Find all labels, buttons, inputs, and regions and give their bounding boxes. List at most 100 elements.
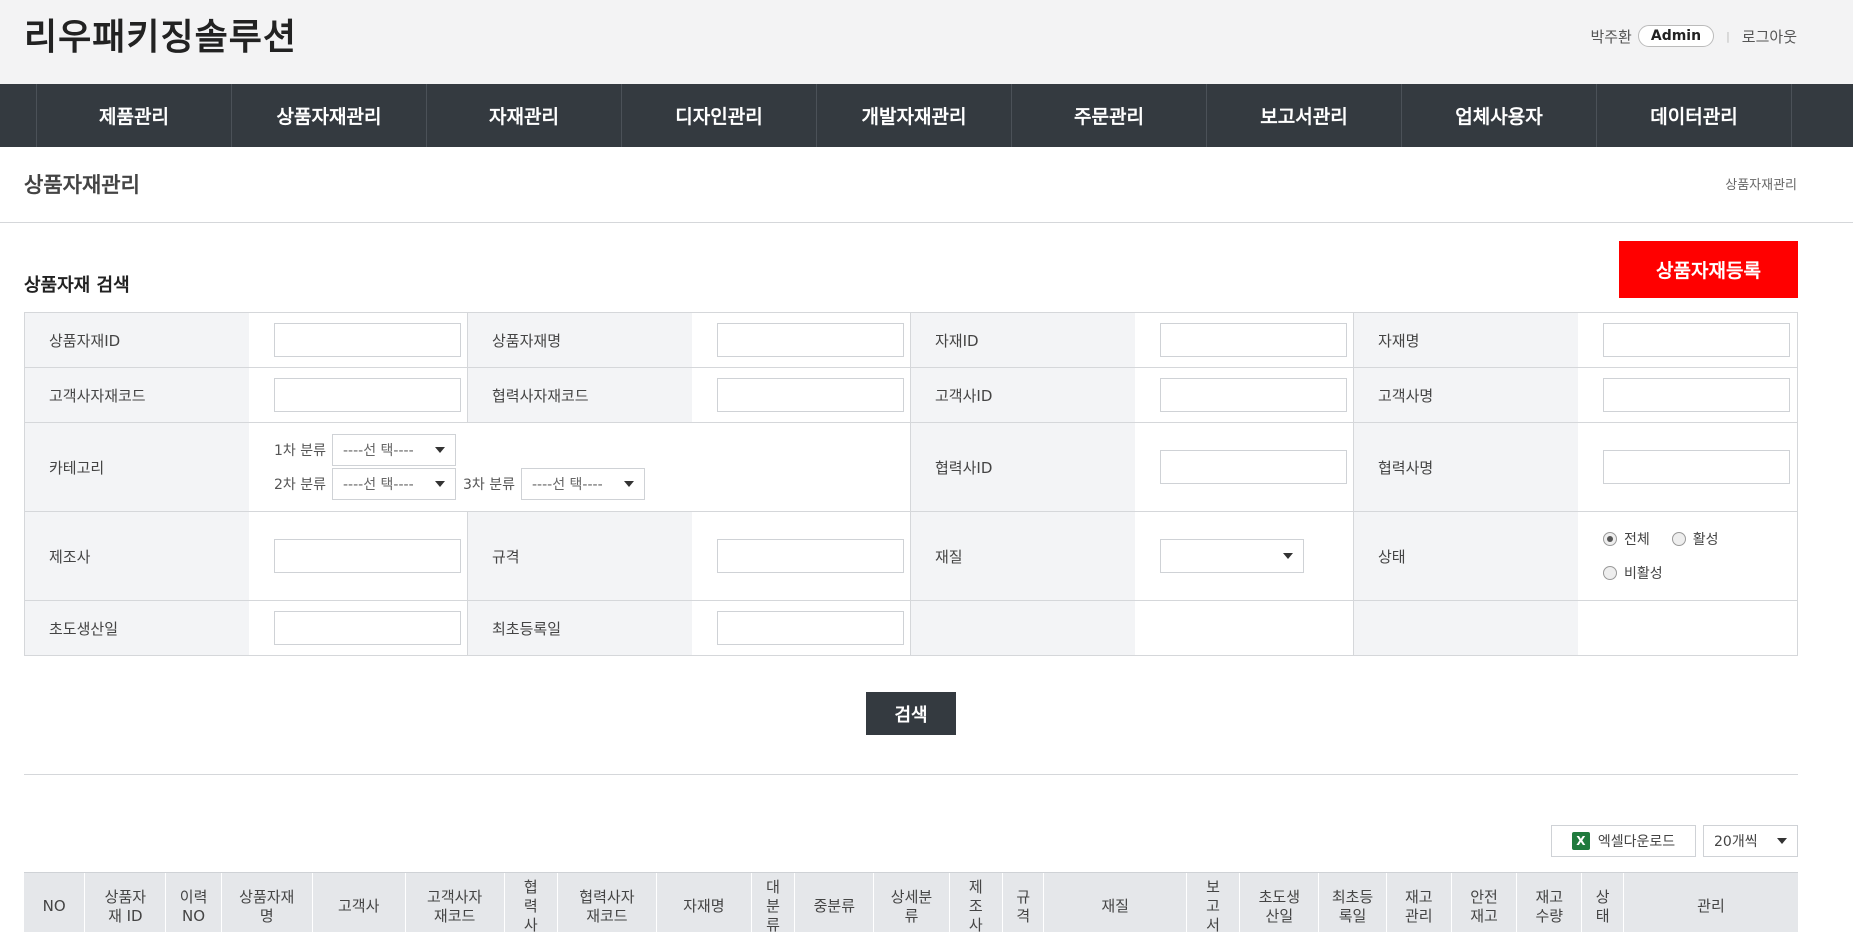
column-header[interactable]: 상품자재 명 — [222, 873, 313, 932]
excel-download-label: 엑셀다운로드 — [1597, 834, 1676, 850]
category-level3-select[interactable]: ----선 택---- — [521, 468, 645, 500]
select-value: ----선 택---- — [532, 477, 603, 493]
empty-value-cell — [1135, 601, 1354, 655]
category-level2-label: 2차 분류 — [274, 477, 326, 493]
column-header[interactable]: 고객사 — [313, 873, 406, 932]
nav-item-designs[interactable]: 디자인관리 — [622, 84, 817, 147]
label-material: 재질 — [911, 512, 1135, 600]
status-inactive-label: 비활성 — [1624, 566, 1663, 582]
column-header[interactable]: 보고서 — [1187, 873, 1241, 932]
first-registration-date-input[interactable] — [717, 611, 904, 645]
column-header[interactable]: 대분류 — [752, 873, 796, 932]
manufacturer-input[interactable] — [274, 539, 461, 573]
nav-item-product-materials[interactable]: 상품자재관리 — [232, 84, 427, 147]
label-first-production-date: 초도생산일 — [25, 601, 249, 655]
label-status: 상태 — [1354, 512, 1578, 600]
column-header[interactable]: 중분류 — [795, 873, 875, 932]
chevron-down-icon — [1283, 553, 1293, 559]
customer-name-input[interactable] — [1603, 378, 1790, 412]
material-name-input[interactable] — [1603, 323, 1790, 357]
column-header[interactable]: 제조사 — [950, 873, 1003, 932]
column-header[interactable]: 이력 NO — [166, 873, 222, 932]
label-material-id: 자재ID — [911, 313, 1135, 367]
spec-input[interactable] — [717, 539, 904, 573]
column-header[interactable]: 상태 — [1582, 873, 1624, 932]
per-page-select[interactable]: 20개씩 — [1703, 825, 1798, 857]
search-button[interactable]: 검색 — [866, 692, 956, 735]
partner-material-code-input[interactable] — [717, 378, 904, 412]
column-header[interactable]: 상세분 류 — [874, 873, 950, 932]
product-material-id-input[interactable] — [274, 323, 461, 357]
column-header[interactable]: NO — [24, 873, 86, 932]
customer-id-input[interactable] — [1160, 378, 1347, 412]
category-level2-select[interactable]: ----선 택---- — [332, 468, 456, 500]
status-inactive-radio[interactable]: 비활성 — [1603, 563, 1663, 583]
column-header[interactable]: 최초등 록일 — [1319, 873, 1387, 932]
user-area: 박주환 Admin | 로그아웃 — [1590, 25, 1797, 47]
category-level1-select[interactable]: ----선 택---- — [332, 434, 456, 466]
excel-download-button[interactable]: X 엑셀다운로드 — [1551, 825, 1696, 857]
logout-link[interactable]: 로그아웃 — [1742, 26, 1797, 47]
search-row: 고객사자재코드 협력사자재코드 고객사ID 고객사명 — [25, 368, 1797, 423]
material-select[interactable] — [1160, 539, 1304, 573]
nav-item-dev-materials[interactable]: 개발자재관리 — [817, 84, 1012, 147]
nav-item-data[interactable]: 데이터관리 — [1597, 84, 1792, 147]
nav-item-materials[interactable]: 자재관리 — [427, 84, 622, 147]
register-product-material-button[interactable]: 상품자재등록 — [1619, 241, 1798, 298]
column-header[interactable]: 고객사자 재코드 — [406, 873, 505, 932]
material-id-input[interactable] — [1160, 323, 1347, 357]
breadcrumb: 상품자재관리 — [1725, 178, 1797, 193]
select-value: ----선 택---- — [343, 477, 414, 493]
nav-item-reports[interactable]: 보고서관리 — [1207, 84, 1402, 147]
partner-name-input[interactable] — [1603, 450, 1790, 484]
column-header[interactable]: 협력사 — [505, 873, 558, 932]
label-customer-material-code: 고객사자재코드 — [25, 368, 249, 422]
partner-id-input[interactable] — [1160, 450, 1347, 484]
search-row: 제조사 규격 재질 상태 전체 활성 비활성 — [25, 512, 1797, 601]
select-value: ----선 택---- — [343, 443, 414, 459]
nav-item-vendor-users[interactable]: 업체사용자 — [1402, 84, 1597, 147]
column-header[interactable]: 협력사자 재코드 — [558, 873, 657, 932]
product-material-name-input[interactable] — [717, 323, 904, 357]
excel-icon: X — [1571, 832, 1590, 850]
column-header[interactable]: 재고 수량 — [1517, 873, 1583, 932]
label-partner-name: 협력사명 — [1354, 423, 1578, 511]
column-header[interactable]: 안전 재고 — [1452, 873, 1518, 932]
category-level3-label: 3차 분류 — [463, 477, 515, 493]
status-all-radio[interactable]: 전체 — [1603, 529, 1650, 549]
label-spec: 규격 — [468, 512, 692, 600]
status-all-label: 전체 — [1624, 532, 1650, 548]
radio-unchecked-icon — [1603, 566, 1617, 580]
category-level1-label: 1차 분류 — [274, 443, 326, 459]
column-header[interactable]: 재고 관리 — [1387, 873, 1452, 932]
chevron-down-icon — [624, 481, 634, 487]
app-logo[interactable]: 리우패키징솔루션 — [24, 8, 297, 60]
customer-material-code-input[interactable] — [274, 378, 461, 412]
label-first-registration-date: 최초등록일 — [468, 601, 692, 655]
nav-item-products[interactable]: 제품관리 — [37, 84, 232, 147]
search-row: 상품자재ID 상품자재명 자재ID 자재명 — [25, 313, 1797, 368]
column-header[interactable]: 자재명 — [657, 873, 752, 932]
radio-checked-icon — [1603, 532, 1617, 546]
status-active-label: 활성 — [1692, 532, 1719, 548]
label-partner-id: 협력사ID — [911, 423, 1135, 511]
column-header[interactable]: 재질 — [1044, 873, 1187, 932]
section-divider — [24, 774, 1798, 775]
first-production-date-input[interactable] — [274, 611, 461, 645]
status-active-radio[interactable]: 활성 — [1671, 529, 1719, 549]
header-separator: | — [1726, 29, 1730, 43]
chevron-down-icon — [435, 481, 445, 487]
column-header[interactable]: 상품자 재 ID — [85, 873, 167, 932]
search-row: 카테고리 1차 분류 ----선 택---- 2차 분류 ----선 택----… — [25, 423, 1797, 512]
radio-unchecked-icon — [1671, 532, 1686, 546]
per-page-value: 20개씩 — [1714, 834, 1758, 850]
column-header[interactable]: 규격 — [1003, 873, 1045, 932]
role-badge: Admin — [1637, 25, 1715, 47]
column-header[interactable]: 관리 — [1624, 873, 1798, 932]
label-partner-material-code: 협력사자재코드 — [468, 368, 692, 422]
page-header: 상품자재관리 상품자재관리 — [0, 147, 1853, 223]
nav-item-orders[interactable]: 주문관리 — [1012, 84, 1207, 147]
page-title: 상품자재관리 — [24, 173, 140, 197]
category-selectors: 1차 분류 ----선 택---- 2차 분류 ----선 택---- 3차 분… — [249, 423, 911, 511]
column-header[interactable]: 초도생 산일 — [1240, 873, 1320, 932]
